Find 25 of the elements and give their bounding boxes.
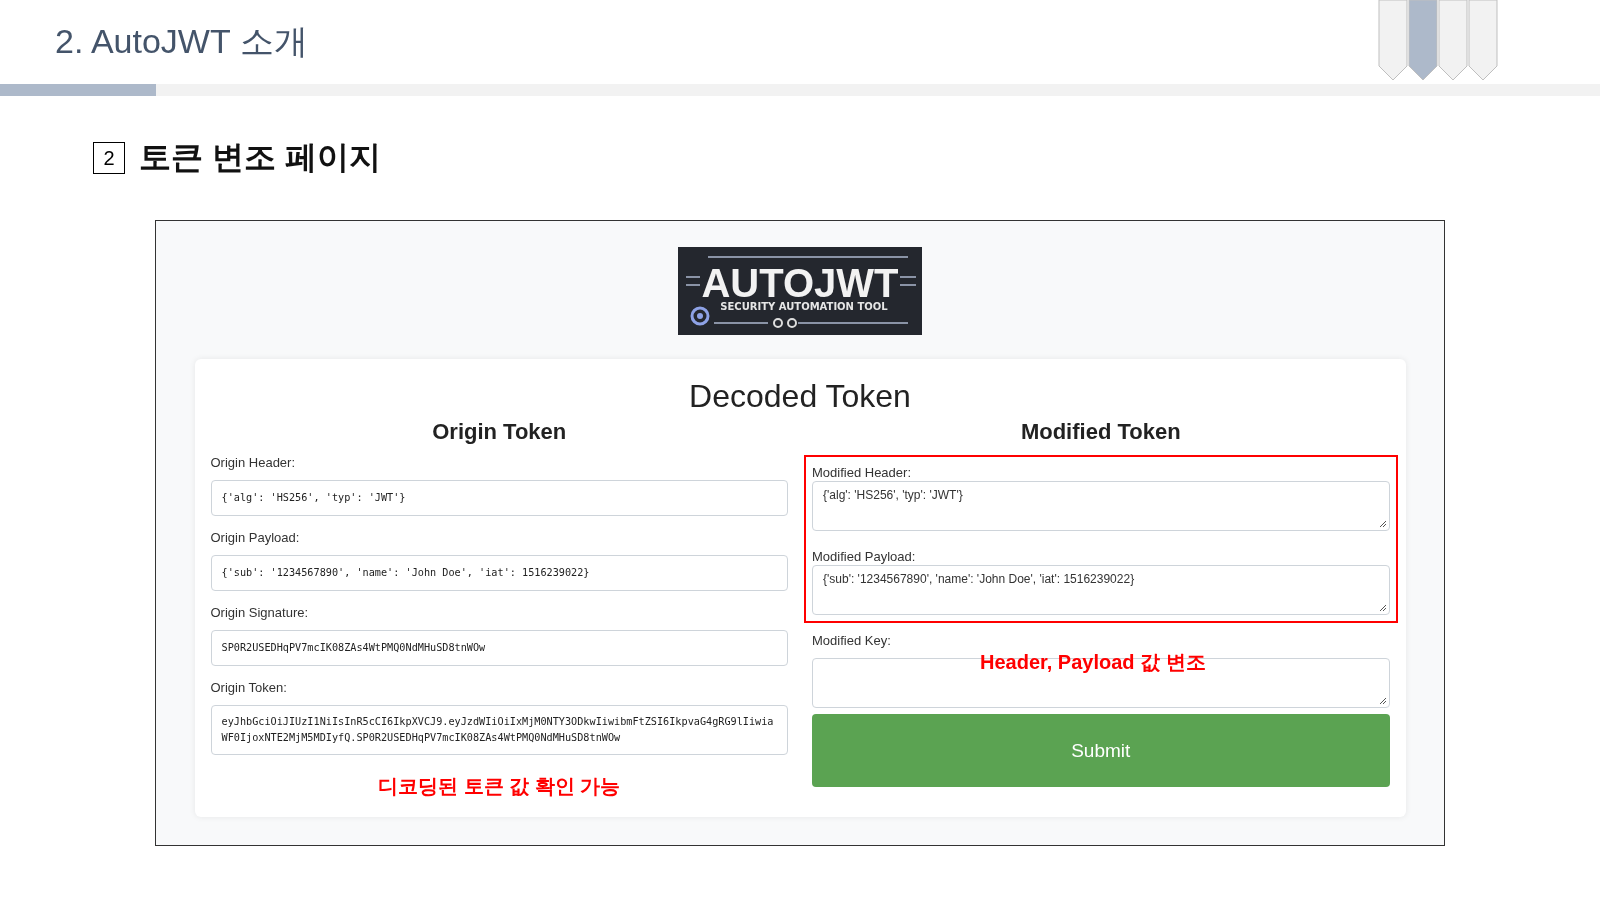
readonly-field[interactable]: {'sub': '1234567890', 'name': 'John Doe', 'iat': 1516239022} <box>210 555 788 591</box>
page-heading: Decoded Token <box>689 377 911 415</box>
resize-grip-icon[interactable] <box>1378 520 1387 528</box>
autojwt-logo: AUTOJWT SECURITY AUTOMATION TOOL <box>678 247 922 335</box>
field-label: Origin Header: <box>210 455 296 471</box>
annotation-text: Header, Payload 값 변조 <box>980 650 1206 675</box>
resize-grip-icon[interactable] <box>1378 604 1387 612</box>
readonly-field[interactable]: {'alg': 'HS256', 'typ': 'JWT'} <box>210 480 788 516</box>
field-label: Modified Key: <box>812 633 891 649</box>
field-label: Origin Token: <box>210 680 287 696</box>
field-label: Modified Header: <box>812 465 911 480</box>
slide-title: 2. AutoJWT 소개 <box>55 21 308 62</box>
readonly-field[interactable]: SP0R2USEDHqPV7mcIK08ZAs4WtPMQ0NdMHuSD8tnWOw <box>210 630 788 666</box>
column-title: Origin Token <box>432 419 567 445</box>
field-label: Modified Payload: <box>812 549 916 564</box>
readonly-field[interactable]: eyJhbGciOiJIUzI1NiIsInR5cCI6IkpXVCJ9.eyJzdWIiOiIxMjM0NTY3ODkwIiwibmFtZSI6IkpvaG4gRG9lIiwiaWF0IjoxNTE2MjM5MDIyfQ.SP0R2USEDHqPV7mcIK08ZAs4WtPMQ0NdMHuSD8tnWOw <box>210 705 788 755</box>
text-area[interactable]: {'sub': '1234567890', 'name': 'John Doe', 'iat': 1516239022} <box>812 565 1390 615</box>
annotation-text: 디코딩된 토큰 값 확인 가능 <box>378 774 621 799</box>
field-label: Origin Payload: <box>210 530 300 546</box>
column-title: Modified Token <box>1020 419 1181 445</box>
resize-grip-icon[interactable] <box>1378 697 1387 705</box>
section-number: 2 <box>93 142 125 174</box>
field-label: Origin Signature: <box>210 605 309 621</box>
section-title: 토큰 변조 페이지 <box>139 138 381 177</box>
text-area[interactable]: {'alg': 'HS256', 'typ': 'JWT'} <box>812 481 1390 531</box>
